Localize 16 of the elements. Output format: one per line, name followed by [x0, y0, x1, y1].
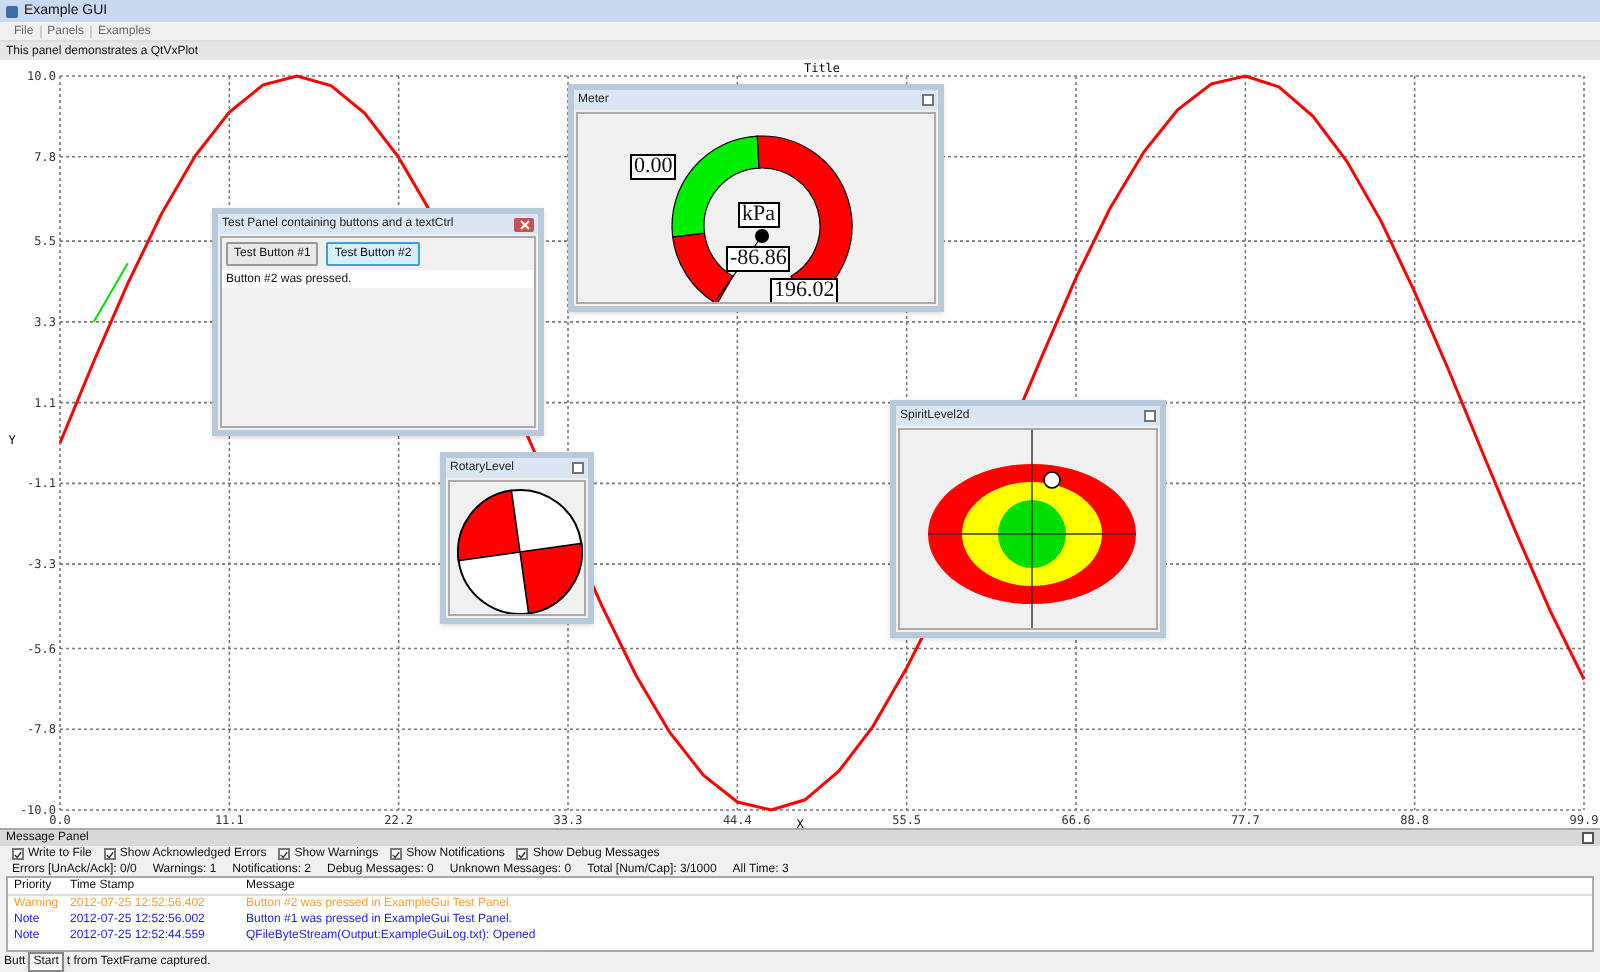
max-value-label: 196.02 — [770, 278, 839, 302]
checkbox[interactable] — [278, 848, 291, 860]
restore-icon[interactable] — [922, 94, 934, 106]
unit-label: kPa — [738, 202, 779, 228]
checkbox[interactable] — [12, 848, 24, 860]
close-icon[interactable] — [514, 217, 534, 231]
checkbox[interactable] — [103, 848, 116, 860]
restore-icon[interactable] — [1144, 410, 1156, 422]
checkbox[interactable] — [390, 848, 403, 860]
current-value-label: -86.86 — [726, 246, 791, 272]
app-icon — [6, 5, 18, 17]
restore-icon[interactable] — [1582, 832, 1594, 844]
restore-icon[interactable] — [572, 462, 584, 474]
min-value-label: 0.00 — [630, 154, 677, 180]
rotary-level-drawing — [454, 486, 584, 614]
checkbox[interactable] — [516, 848, 529, 860]
